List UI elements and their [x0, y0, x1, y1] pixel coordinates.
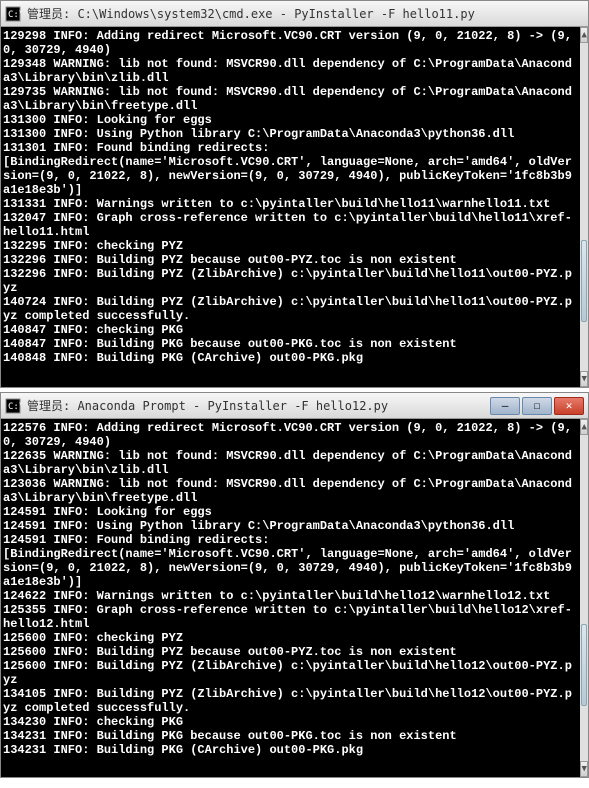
scroll-track[interactable] — [580, 435, 588, 761]
terminal-line: 132047 INFO: Graph cross-reference writt… — [3, 211, 578, 239]
close-button[interactable]: ✕ — [554, 397, 584, 415]
scrollbar[interactable]: ▲ ▼ — [580, 419, 588, 777]
window-title: 管理员: Anaconda Prompt - PyInstaller -F he… — [27, 397, 490, 414]
window-controls: — ☐ ✕ — [490, 397, 584, 415]
terminal-line: 124591 INFO: Using Python library C:\Pro… — [3, 519, 578, 533]
terminal-line: 134231 INFO: Building PKG because out00-… — [3, 729, 578, 743]
terminal-line: [BindingRedirect(name='Microsoft.VC90.CR… — [3, 155, 578, 197]
scrollbar[interactable]: ▲ ▼ — [580, 27, 588, 387]
terminal-line: 125600 INFO: Building PYZ (ZlibArchive) … — [3, 659, 578, 687]
cmd-window-1: C:\ 管理员: C:\Windows\system32\cmd.exe - P… — [0, 0, 589, 388]
scroll-track[interactable] — [580, 43, 588, 371]
terminal-line: 125600 INFO: checking PYZ — [3, 631, 578, 645]
terminal-line: 132295 INFO: checking PYZ — [3, 239, 578, 253]
terminal-line: 122576 INFO: Adding redirect Microsoft.V… — [3, 421, 578, 449]
scroll-down-button[interactable]: ▼ — [580, 371, 588, 387]
svg-text:C:\: C:\ — [8, 402, 21, 412]
cmd-icon: C:\ — [5, 6, 21, 22]
terminal-line: 124622 INFO: Warnings written to c:\pyin… — [3, 589, 578, 603]
maximize-button[interactable]: ☐ — [522, 397, 552, 415]
scroll-thumb[interactable] — [581, 624, 587, 706]
cmd-window-2: C:\ 管理员: Anaconda Prompt - PyInstaller -… — [0, 392, 589, 778]
terminal-line: 131331 INFO: Warnings written to c:\pyin… — [3, 197, 578, 211]
terminal-line: [BindingRedirect(name='Microsoft.VC90.CR… — [3, 547, 578, 589]
window-body: 129298 INFO: Adding redirect Microsoft.V… — [1, 27, 588, 387]
terminal-line: 131301 INFO: Found binding redirects: — [3, 141, 578, 155]
terminal-line: 124591 INFO: Looking for eggs — [3, 505, 578, 519]
scroll-up-button[interactable]: ▲ — [580, 27, 588, 43]
terminal-line: 140847 INFO: Building PKG because out00-… — [3, 337, 578, 351]
minimize-button[interactable]: — — [490, 397, 520, 415]
terminal-line: 122635 WARNING: lib not found: MSVCR90.d… — [3, 449, 578, 477]
terminal-line: 129298 INFO: Adding redirect Microsoft.V… — [3, 29, 578, 57]
cmd-icon: C:\ — [5, 398, 21, 414]
terminal-line: 124591 INFO: Found binding redirects: — [3, 533, 578, 547]
scroll-up-button[interactable]: ▲ — [580, 419, 588, 435]
terminal-line: 134105 INFO: Building PYZ (ZlibArchive) … — [3, 687, 578, 715]
window-title: 管理员: C:\Windows\system32\cmd.exe - PyIns… — [27, 5, 584, 22]
terminal-line: 131300 INFO: Using Python library C:\Pro… — [3, 127, 578, 141]
titlebar[interactable]: C:\ 管理员: C:\Windows\system32\cmd.exe - P… — [1, 1, 588, 27]
terminal-line: 132296 INFO: Building PYZ (ZlibArchive) … — [3, 267, 578, 295]
terminal-line: 140848 INFO: Building PKG (CArchive) out… — [3, 351, 578, 365]
terminal-line: 134230 INFO: checking PKG — [3, 715, 578, 729]
terminal-line: 140847 INFO: checking PKG — [3, 323, 578, 337]
terminal-line: 129348 WARNING: lib not found: MSVCR90.d… — [3, 57, 578, 85]
terminal-line: 132296 INFO: Building PYZ because out00-… — [3, 253, 578, 267]
svg-text:C:\: C:\ — [8, 10, 21, 20]
terminal-output[interactable]: 122576 INFO: Adding redirect Microsoft.V… — [1, 419, 580, 777]
terminal-line: 125600 INFO: Building PYZ because out00-… — [3, 645, 578, 659]
terminal-line: 129735 WARNING: lib not found: MSVCR90.d… — [3, 85, 578, 113]
terminal-line: 125355 INFO: Graph cross-reference writt… — [3, 603, 578, 631]
terminal-line: 131300 INFO: Looking for eggs — [3, 113, 578, 127]
terminal-line: 123036 WARNING: lib not found: MSVCR90.d… — [3, 477, 578, 505]
window-body: 122576 INFO: Adding redirect Microsoft.V… — [1, 419, 588, 777]
scroll-thumb[interactable] — [581, 240, 587, 322]
scroll-down-button[interactable]: ▼ — [580, 761, 588, 777]
terminal-line: 140724 INFO: Building PYZ (ZlibArchive) … — [3, 295, 578, 323]
titlebar[interactable]: C:\ 管理员: Anaconda Prompt - PyInstaller -… — [1, 393, 588, 419]
terminal-output[interactable]: 129298 INFO: Adding redirect Microsoft.V… — [1, 27, 580, 387]
terminal-line: 134231 INFO: Building PKG (CArchive) out… — [3, 743, 578, 757]
